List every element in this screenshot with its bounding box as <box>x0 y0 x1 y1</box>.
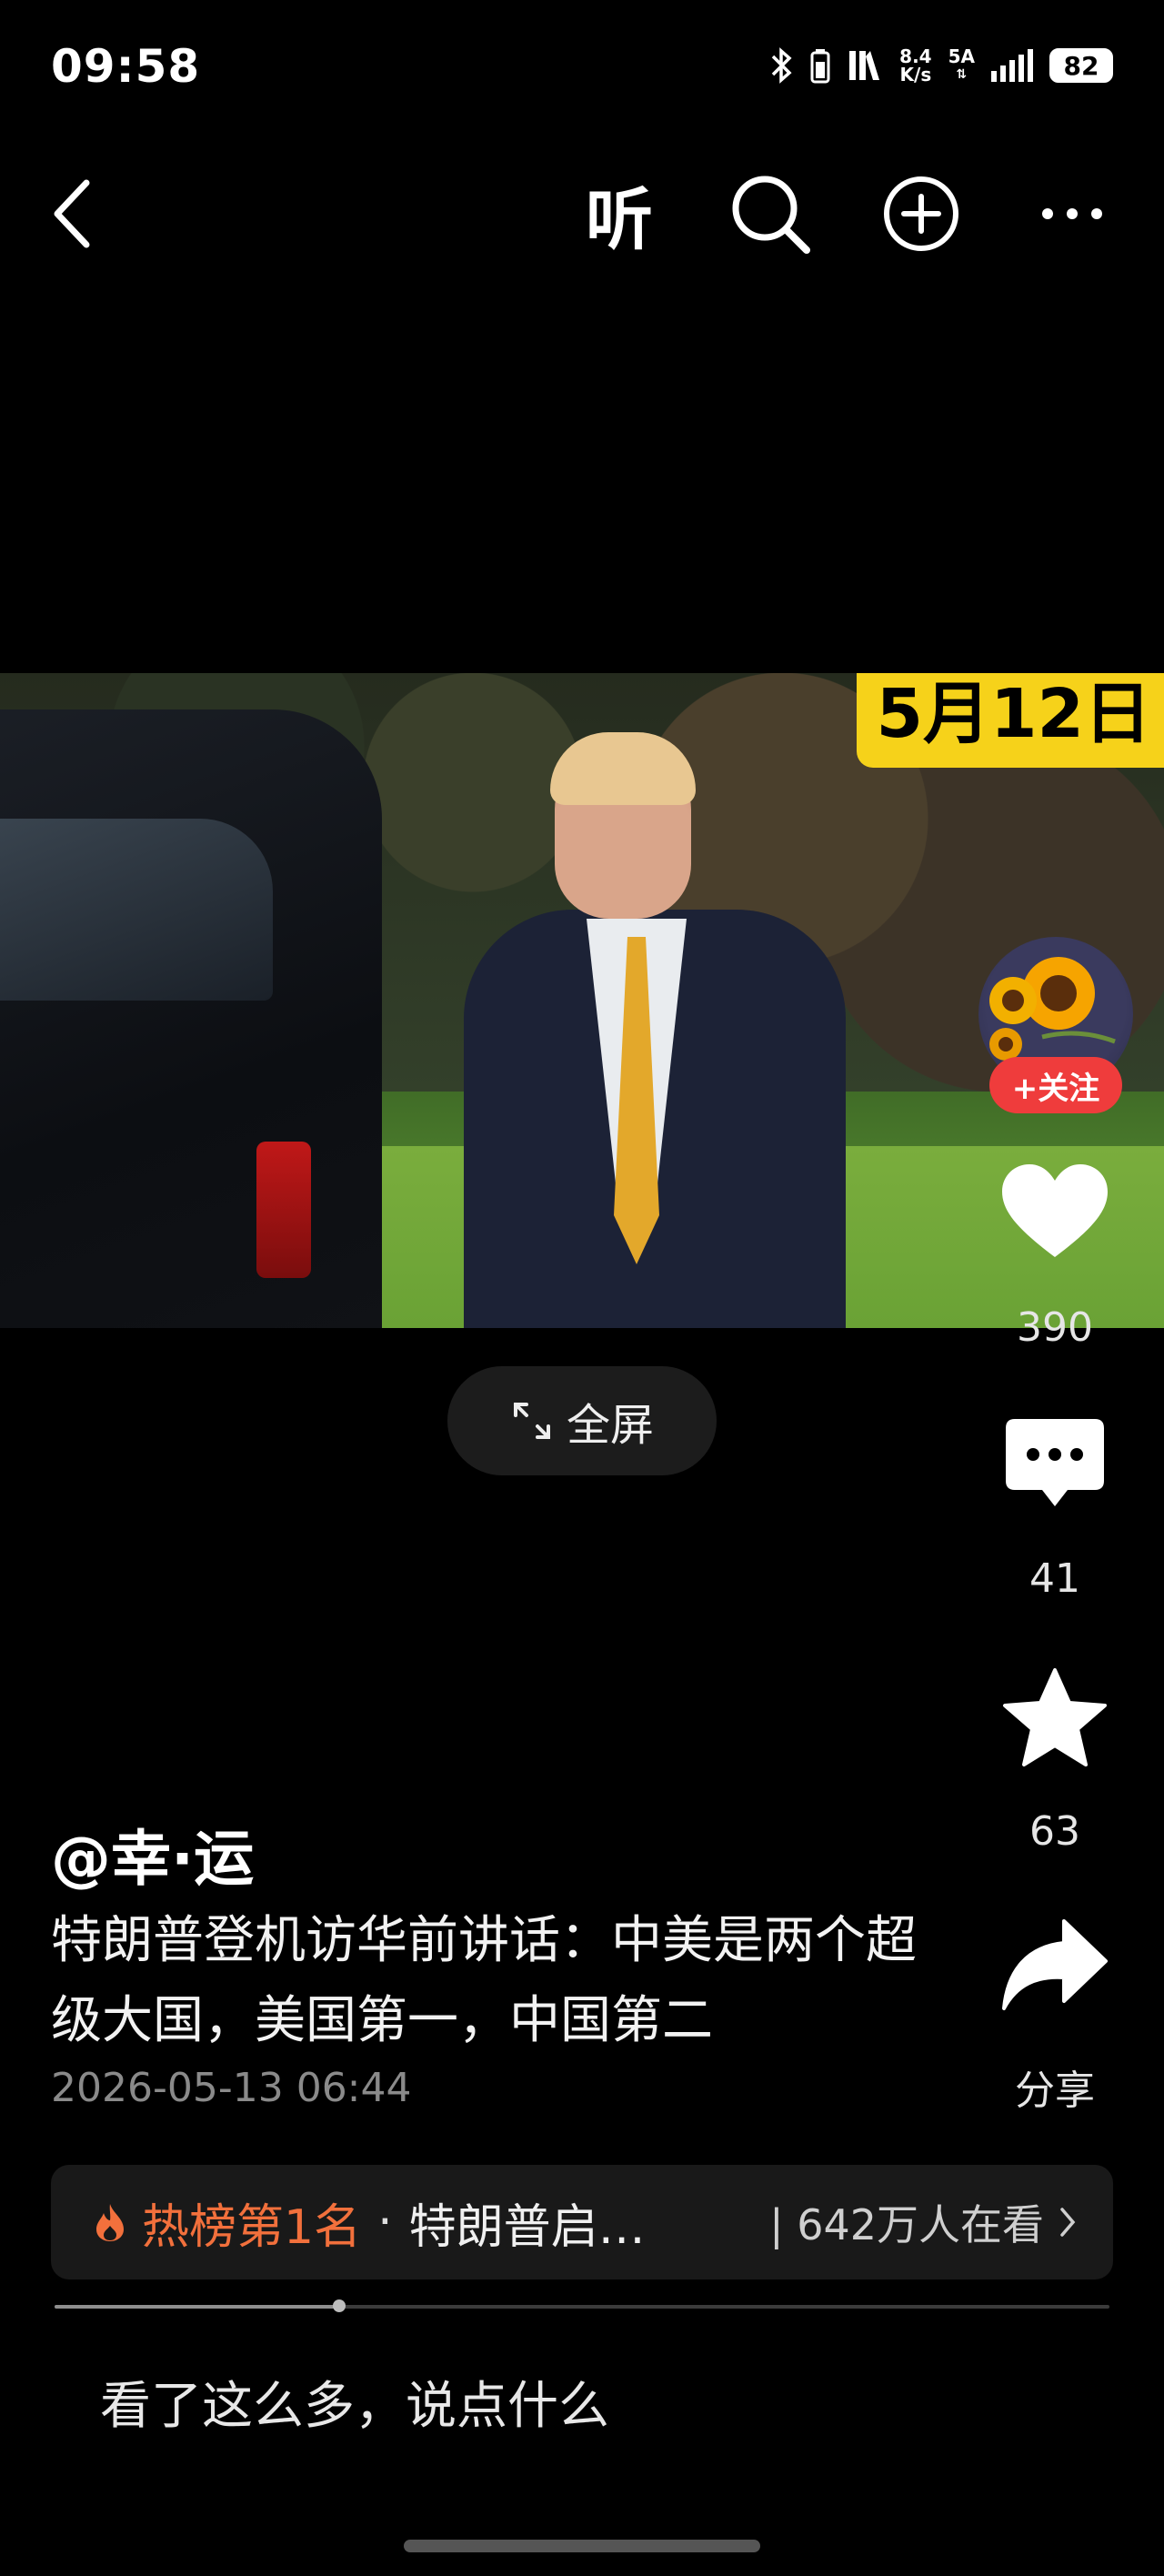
plus-circle-icon <box>884 176 958 251</box>
progress-fill <box>55 2305 340 2309</box>
more-dots-icon <box>1042 208 1102 219</box>
network-speed-unit: K/s <box>899 64 932 86</box>
comment-button[interactable] <box>964 1415 1146 1519</box>
network-arrows-icon: ⇅ <box>956 67 968 82</box>
video-date-tag: 5月12日 <box>856 673 1164 768</box>
home-indicator[interactable] <box>404 2540 760 2552</box>
nfc-icon <box>849 51 880 80</box>
signal-icon <box>991 49 1033 82</box>
status-bar: 09:58 8.4 K/s 5A ⇅ 82 <box>0 0 1164 136</box>
follow-button[interactable]: +关注 <box>989 1057 1122 1113</box>
add-button[interactable] <box>871 164 971 264</box>
hot-title: 特朗普启… <box>408 2199 646 2255</box>
share-arrow-icon <box>1002 1919 1108 2010</box>
network-speed: 8.4 K/s <box>899 47 931 84</box>
back-button[interactable] <box>24 164 124 264</box>
status-icons: 8.4 K/s 5A ⇅ 82 <box>770 47 1113 84</box>
more-button[interactable] <box>1022 164 1122 264</box>
search-icon <box>732 176 810 254</box>
post-timestamp: 2026-05-13 06:44 <box>51 2065 412 2111</box>
like-button[interactable] <box>964 1162 1146 1266</box>
fullscreen-button[interactable]: 全屏 <box>447 1366 717 1475</box>
share-button[interactable] <box>964 1916 1146 2019</box>
hot-board-banner[interactable]: 热榜第1名 · 特朗普启… | 642万人在看 <box>51 2165 1113 2279</box>
hot-viewers: | 642万人在看 <box>769 2200 1044 2249</box>
flame-icon <box>96 2204 124 2241</box>
status-time: 09:58 <box>51 40 201 93</box>
heart-icon <box>1002 1164 1108 1257</box>
expand-icon <box>513 1403 550 1439</box>
favorite-button[interactable] <box>964 1666 1146 1772</box>
fullscreen-label: 全屏 <box>566 1400 654 1451</box>
network-type: 5A ⇅ <box>948 47 975 84</box>
comment-input[interactable]: 看了这么多，说点什么 <box>100 2365 609 2439</box>
favorite-count: 63 <box>1029 1808 1080 1855</box>
comment-bubble-icon <box>1006 1419 1104 1506</box>
progress-knob[interactable] <box>333 2299 346 2312</box>
hot-rank: 热榜第1名 <box>142 2199 362 2255</box>
comment-count: 41 <box>1029 1555 1080 1602</box>
listen-button[interactable]: 听 <box>569 164 669 264</box>
battery-saver-icon <box>810 49 830 84</box>
share-label: 分享 <box>1015 2068 1095 2114</box>
hot-separator: · <box>377 2195 393 2249</box>
star-icon <box>1003 1668 1107 1766</box>
search-button[interactable] <box>720 164 820 264</box>
battery-icon: 82 <box>1049 48 1113 83</box>
chevron-right-icon <box>1060 2208 1076 2237</box>
video-car <box>0 709 382 1328</box>
video-progress-bar[interactable] <box>55 2299 1109 2312</box>
video-person <box>427 728 864 1328</box>
network-speed-value: 8.4 <box>899 45 932 67</box>
network-type-label: 5A <box>948 45 975 67</box>
top-nav: 听 <box>0 164 1164 264</box>
post-caption: 特朗普登机访华前讲话：中美是两个超级大国，美国第一，中国第二 <box>51 1911 917 2050</box>
author-name[interactable]: @幸·运 <box>51 1810 254 1897</box>
bluetooth-icon <box>771 47 792 84</box>
chevron-left-icon <box>54 179 90 248</box>
like-count: 390 <box>1017 1304 1093 1351</box>
